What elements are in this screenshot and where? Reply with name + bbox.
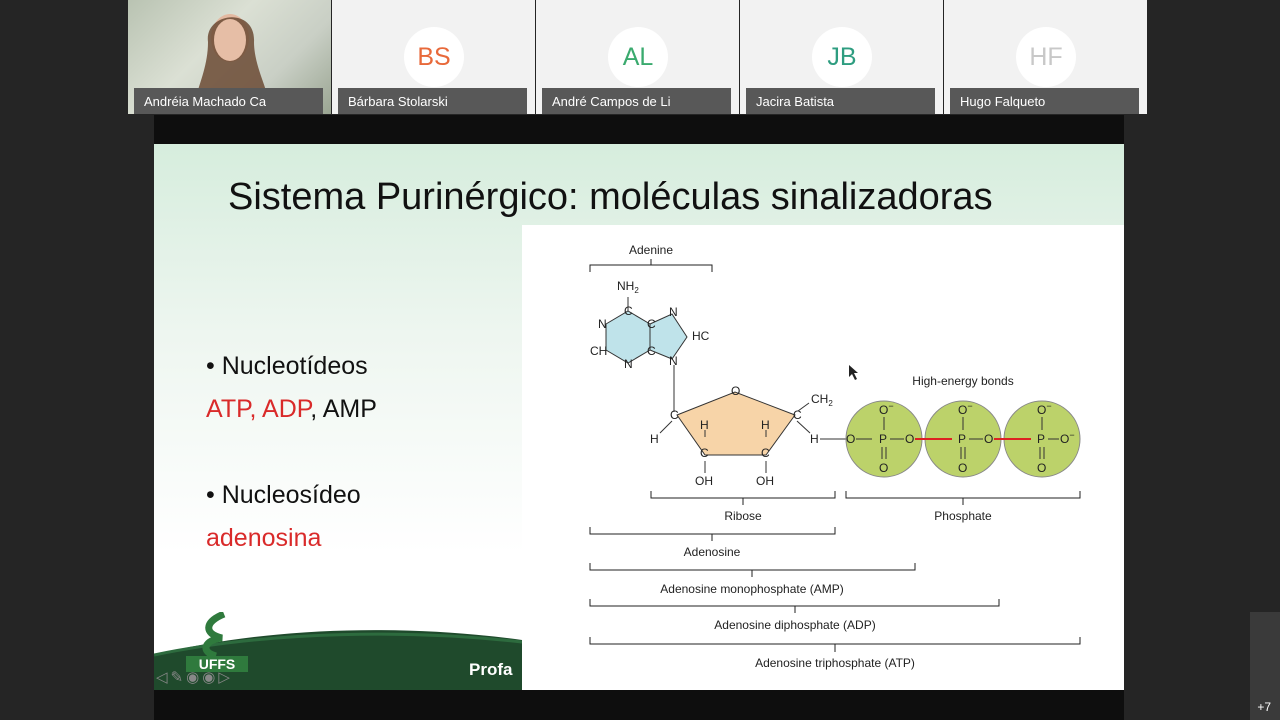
atom-c4: C xyxy=(647,344,656,358)
participant-avatar: AL xyxy=(608,27,668,87)
p1-o-left: O xyxy=(846,432,855,446)
avatar-initials: HF xyxy=(1029,42,1063,71)
adenosine-bracket xyxy=(589,527,836,535)
slide-title: Sistema Purinérgico: moléculas sinalizad… xyxy=(228,176,993,218)
atom-o-ribose: O xyxy=(731,384,740,398)
atom-c3: C xyxy=(761,446,770,460)
atom-h1: H xyxy=(650,432,659,446)
p2-o-right: O xyxy=(984,432,993,446)
avatar-initials: AL xyxy=(622,42,654,71)
participant-tile[interactable]: JB Jacira Batista xyxy=(740,0,943,114)
participant-avatar: BS xyxy=(404,27,464,87)
slides-grid-icon[interactable]: ◉ xyxy=(186,668,199,686)
atom-c5: C xyxy=(647,317,656,331)
atom-n1: N xyxy=(598,317,607,331)
atp-bracket xyxy=(589,637,1081,645)
shared-screen: Sistema Purinérgico: moléculas sinalizad… xyxy=(154,115,1124,720)
amp-bracket xyxy=(589,563,916,571)
bullet-nucleoside: • Nucleosídeo xyxy=(206,481,361,509)
atom-c6: C xyxy=(624,304,633,318)
atom-n7: N xyxy=(669,305,678,319)
ch2-label: CH2 xyxy=(811,392,833,408)
avatar-initials: JB xyxy=(827,42,857,71)
participant-tile[interactable]: HF Hugo Falqueto xyxy=(944,0,1147,114)
adenine-label: Adenine xyxy=(629,243,673,257)
phosphate-bracket xyxy=(845,491,1081,499)
ribose-ring xyxy=(676,391,796,456)
atp-label: Adenosine triphosphate (ATP) xyxy=(755,656,915,670)
participant-name: Bárbara Stolarski xyxy=(348,93,448,109)
participant-strip: Andréia Machado Ca BS Bárbara Stolarski … xyxy=(128,0,1149,114)
participant-tile-video[interactable]: Andréia Machado Ca xyxy=(128,0,331,114)
atom-n3: N xyxy=(624,357,633,371)
atom-c4-prime: C xyxy=(793,408,802,422)
atp-structure-diagram: Adenine NH2 N C C N HC N C CH N O C C C … xyxy=(522,225,1124,690)
p1-atom: P xyxy=(879,432,887,446)
amp-label: Adenosine monophosphate (AMP) xyxy=(660,582,843,596)
bullet-nucleotides: • Nucleotídeos xyxy=(206,352,368,380)
p3-atom: P xyxy=(1037,432,1045,446)
atom-h2: H xyxy=(700,418,709,432)
more-options-icon[interactable]: ◉ xyxy=(202,668,215,686)
hc-label: HC xyxy=(692,329,710,343)
atom-n9: N xyxy=(669,354,678,368)
oh-left: OH xyxy=(695,474,713,488)
ch-label: CH xyxy=(590,344,607,358)
atom-c2: C xyxy=(700,446,709,460)
nh2-label: NH2 xyxy=(617,279,639,295)
participant-tile[interactable]: BS Bárbara Stolarski xyxy=(332,0,535,114)
more-participants-count[interactable]: +7 xyxy=(1257,700,1271,714)
adenine-bracket xyxy=(589,264,713,272)
participant-name: André Campos de Li xyxy=(552,93,671,109)
oh-right: OH xyxy=(756,474,774,488)
participant-tile[interactable]: AL André Campos de Li xyxy=(536,0,739,114)
atp-structure-svg: Adenine NH2 N C C N HC N C CH N O C C C … xyxy=(589,243,1081,670)
avatar-initials: BS xyxy=(417,42,451,71)
nucleotides-rest: , AMP xyxy=(310,395,377,423)
nucleoside-name: adenosina xyxy=(206,524,322,552)
p2-atom: P xyxy=(958,432,966,446)
participant-avatar: JB xyxy=(812,27,872,87)
ribose-bracket xyxy=(650,491,836,499)
previous-slide-icon[interactable]: ◁ xyxy=(156,668,168,686)
participant-name-bar: Bárbara Stolarski xyxy=(338,88,527,114)
atom-h3: H xyxy=(761,418,770,432)
participant-name: Andréia Machado Ca xyxy=(144,93,267,109)
participant-name-bar: Jacira Batista xyxy=(746,88,935,114)
ribose-label: Ribose xyxy=(724,509,762,523)
footer-text: Profa xyxy=(469,660,513,679)
participant-avatar: HF xyxy=(1016,27,1076,87)
adp-label: Adenosine diphosphate (ADP) xyxy=(714,618,875,632)
nucleotides-list: ATP, ADP, AMP xyxy=(206,395,377,424)
p3-o-bottom: O xyxy=(1037,461,1046,475)
p2-o-bottom: O xyxy=(958,461,967,475)
adenine-six-ring xyxy=(605,310,651,364)
phosphate-label: Phosphate xyxy=(934,509,992,523)
participant-name-bar: André Campos de Li xyxy=(542,88,731,114)
pen-icon[interactable]: ✎ xyxy=(171,668,184,686)
mouse-cursor-icon xyxy=(849,365,858,380)
adp-bracket xyxy=(589,599,1000,607)
high-energy-label: High-energy bonds xyxy=(912,374,1013,388)
p1-o-right: O xyxy=(905,432,914,446)
p1-o-bottom: O xyxy=(879,461,888,475)
participant-name: Jacira Batista xyxy=(756,93,835,109)
next-slide-icon[interactable]: ▷ xyxy=(218,668,230,686)
adenosine-label: Adenosine xyxy=(684,545,741,559)
nucleotides-red: ATP, ADP xyxy=(206,395,311,423)
atom-h4: H xyxy=(810,432,819,446)
participant-name: Hugo Falqueto xyxy=(960,93,1046,109)
participant-name-bar: Andréia Machado Ca xyxy=(134,88,323,114)
participant-name-bar: Hugo Falqueto xyxy=(950,88,1139,114)
atom-c1: C xyxy=(670,408,679,422)
slide-navigation: ◁ ✎ ◉ ◉ ▷ xyxy=(156,668,230,686)
presentation-slide: Sistema Purinérgico: moléculas sinalizad… xyxy=(154,144,1124,690)
